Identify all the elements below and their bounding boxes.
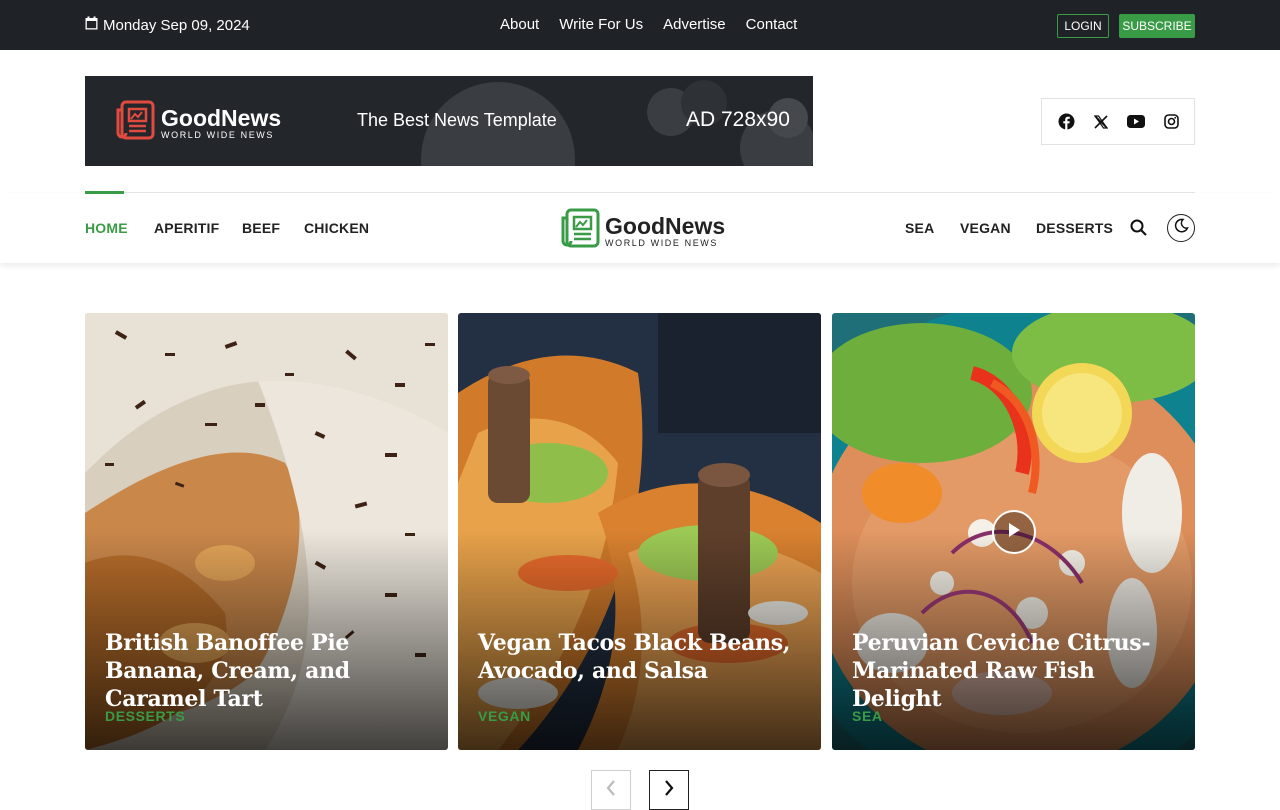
subscribe-button[interactable]: SUBSCRIBE [1119,14,1195,38]
date-text: Monday Sep 09, 2024 [103,16,250,34]
link-write-for-us[interactable]: Write For Us [559,16,643,33]
dark-mode-toggle[interactable] [1167,214,1195,242]
logo-brand-sub: WORLD WIDE NEWS [605,237,718,248]
moon-icon [1174,218,1189,238]
nav-divider [85,192,1195,193]
calendar-icon [85,16,98,34]
nav-item-vegan[interactable]: VEGAN [960,220,1011,236]
nav-item-beef[interactable]: BEEF [242,220,280,236]
nav-item-sea[interactable]: SEA [905,220,934,236]
x-icon[interactable] [1093,114,1108,129]
article-title[interactable]: Peruvian Ceviche Citrus-Marinated Raw Fi… [852,629,1175,713]
ad-banner[interactable]: GoodNews WORLD WIDE NEWS The Best News T… [85,76,813,166]
chevron-right-icon [664,779,674,801]
article-card[interactable]: Vegan Tacos Black Beans, Avocado, and Sa… [458,313,821,750]
search-icon[interactable] [1130,219,1147,241]
top-bar: Monday Sep 09, 2024 About Write For Us A… [0,0,1280,50]
link-about[interactable]: About [500,16,539,33]
link-contact[interactable]: Contact [746,16,798,33]
article-card[interactable]: British Banoffee Pie Banana, Cream, and … [85,313,448,750]
chevron-left-icon [606,779,616,801]
carousel-next-button[interactable] [649,770,689,810]
ad-size: AD 728x90 [686,108,790,131]
nav-active-indicator [85,191,124,194]
play-video-button[interactable] [992,510,1036,554]
login-button[interactable]: LOGIN [1057,14,1109,38]
ad-tagline: The Best News Template [357,110,557,130]
top-links: About Write For Us Advertise Contact [500,16,797,33]
ad-brand-sub: WORLD WIDE NEWS [161,129,274,140]
social-links [1041,98,1195,145]
site-logo[interactable]: GoodNews WORLD WIDE NEWS [560,208,725,253]
link-advertise[interactable]: Advertise [663,16,726,33]
nav-item-desserts[interactable]: DESSERTS [1036,220,1113,236]
article-title[interactable]: British Banoffee Pie Banana, Cream, and … [105,629,428,713]
article-title[interactable]: Vegan Tacos Black Beans, Avocado, and Sa… [478,629,801,685]
date-display: Monday Sep 09, 2024 [85,16,250,34]
logo-brand-name: GoodNews [605,212,726,239]
facebook-icon[interactable] [1058,113,1075,130]
newspaper-logo-icon [560,208,600,253]
nav-item-aperitif[interactable]: APERITIF [154,220,219,236]
article-category[interactable]: SEA [852,708,883,724]
nav-item-home[interactable]: HOME [85,220,128,236]
article-category[interactable]: VEGAN [478,708,531,724]
instagram-icon[interactable] [1163,114,1179,129]
ad-brand-name: GoodNews [161,104,282,131]
youtube-icon[interactable] [1126,115,1145,128]
article-card[interactable]: Peruvian Ceviche Citrus-Marinated Raw Fi… [832,313,1195,750]
ad-logo: GoodNews WORLD WIDE NEWS [115,100,281,145]
main-nav: HOME APERITIF BEEF CHICKEN GoodNews WORL… [0,193,1280,263]
play-icon [1007,522,1021,543]
newspaper-logo-icon [115,100,155,145]
carousel-prev-button[interactable] [591,770,631,810]
nav-item-chicken[interactable]: CHICKEN [304,220,369,236]
article-category[interactable]: DESSERTS [105,708,185,724]
